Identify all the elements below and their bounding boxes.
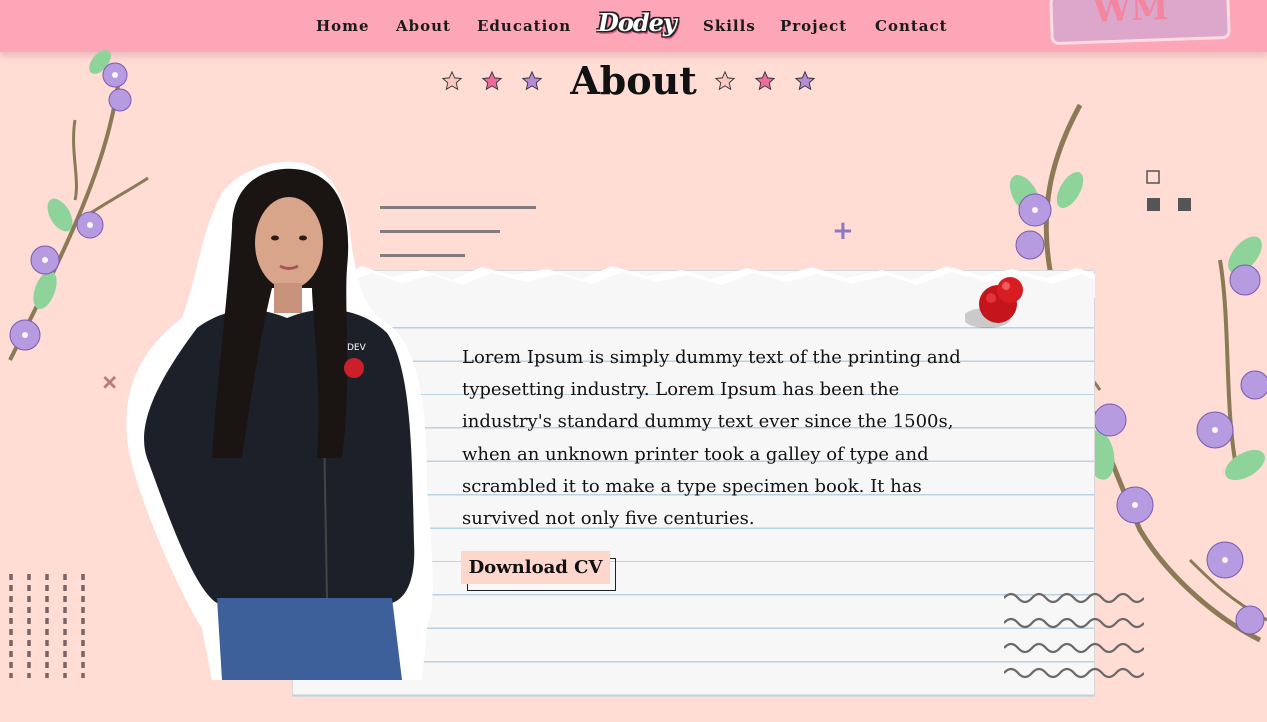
- download-cv-button[interactable]: Download CV: [461, 551, 610, 584]
- star-icon: [794, 70, 816, 91]
- site-logo[interactable]: Dodey: [598, 8, 677, 37]
- svg-text:DEV: DEV: [347, 343, 367, 353]
- star-icon: [521, 70, 543, 91]
- pushpin-icon: [965, 277, 1023, 328]
- star-icon: [441, 70, 463, 91]
- portrait-photo: DEV: [126, 161, 433, 680]
- nav-item-contact[interactable]: Contact: [875, 17, 948, 35]
- nav-item-project[interactable]: Project: [780, 17, 847, 35]
- star-icon: [481, 70, 503, 91]
- star-icon: [714, 70, 736, 91]
- plus-icon: +: [832, 216, 854, 246]
- section-title: About: [570, 58, 697, 103]
- nav-item-skills[interactable]: Skills: [703, 17, 756, 35]
- navbar: WM Home About Education Dodey Skills Pro…: [0, 0, 1267, 52]
- nav-item-education[interactable]: Education: [477, 17, 571, 35]
- about-paragraph: Lorem Ipsum is simply dummy text of the …: [462, 347, 961, 530]
- squares-decor-icon: [1146, 170, 1191, 211]
- dashed-lines-decor-icon: [9, 574, 85, 678]
- nav-item-about[interactable]: About: [396, 17, 451, 35]
- star-icon: [754, 70, 776, 91]
- nav-item-home[interactable]: Home: [316, 17, 370, 35]
- nav-menu: Home About Education Dodey Skills Projec…: [0, 0, 1267, 52]
- wave-icon: [1004, 592, 1144, 679]
